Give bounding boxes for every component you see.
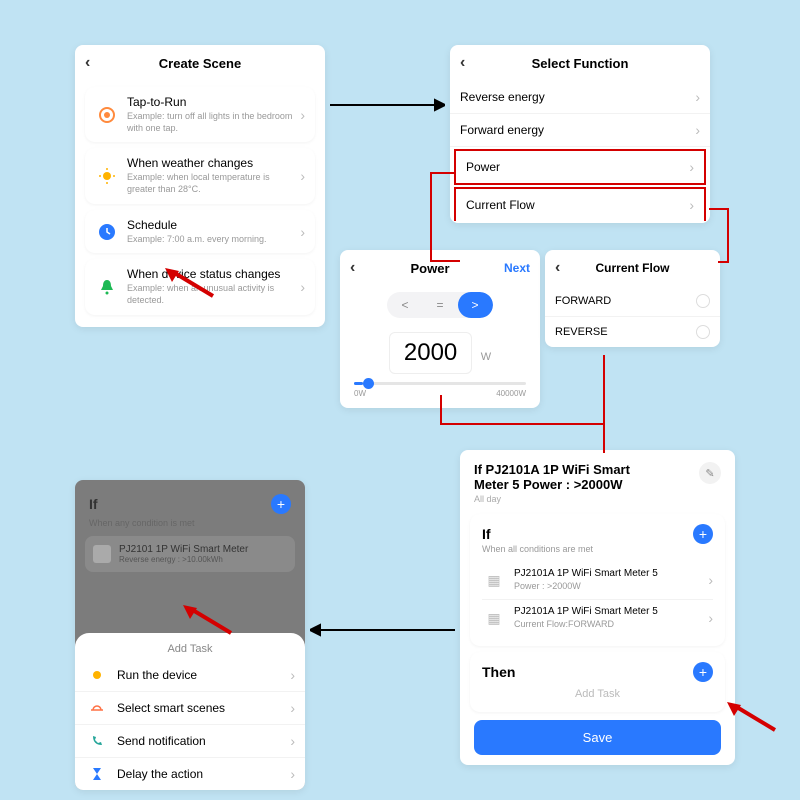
scene-panel: If PJ2101A 1P WiFi Smart Meter 5 Power :…: [460, 450, 735, 765]
device-icon: ▦: [482, 610, 506, 627]
edit-icon[interactable]: ✎: [699, 462, 721, 484]
device-icon: [93, 545, 111, 563]
reverse-option[interactable]: REVERSE: [545, 317, 720, 347]
power-slider[interactable]: [354, 382, 526, 385]
back-icon[interactable]: ‹: [85, 54, 105, 72]
chevron-right-icon: ›: [695, 122, 700, 138]
add-task-button[interactable]: +: [693, 662, 713, 682]
bell-icon: [95, 278, 119, 296]
connector-line: [727, 208, 729, 263]
power-title: Power: [370, 261, 490, 276]
device-icon: ▦: [482, 572, 506, 589]
connector-line: [440, 395, 442, 425]
add-condition-button[interactable]: +: [693, 524, 713, 544]
connector-line: [603, 423, 605, 453]
chevron-right-icon: ›: [300, 224, 305, 240]
connector-line: [430, 172, 455, 174]
connector-line: [430, 260, 460, 262]
smart-scenes-row[interactable]: Select smart scenes›: [75, 692, 305, 725]
add-icon[interactable]: +: [271, 494, 291, 514]
create-scene-title: Create Scene: [105, 56, 295, 71]
current-flow-title: Current Flow: [575, 261, 690, 275]
notification-row[interactable]: Send notification›: [75, 725, 305, 758]
back-icon[interactable]: ‹: [460, 54, 480, 72]
pointer-arrow: [727, 702, 777, 732]
chevron-right-icon: ›: [708, 610, 713, 626]
current-flow-row[interactable]: Current Flow›: [454, 187, 706, 221]
chevron-right-icon: ›: [708, 572, 713, 588]
back-icon[interactable]: ‹: [350, 259, 370, 277]
pointer-arrow: [183, 605, 233, 635]
reverse-energy-row[interactable]: Reverse energy›: [450, 81, 710, 114]
next-button[interactable]: Next: [490, 261, 530, 275]
back-icon[interactable]: ‹: [555, 259, 575, 277]
forward-energy-row[interactable]: Forward energy›: [450, 114, 710, 147]
compare-toggle[interactable]: < = >: [387, 292, 492, 318]
chevron-right-icon: ›: [300, 279, 305, 295]
power-value-input[interactable]: 2000: [389, 332, 472, 374]
tap-icon: [95, 106, 119, 124]
current-flow-panel: ‹ Current Flow FORWARD REVERSE: [545, 250, 720, 347]
forward-option[interactable]: FORWARD: [545, 286, 720, 317]
connector-line: [603, 355, 605, 425]
select-function-panel: ‹ Select Function Reverse energy› Forwar…: [450, 45, 710, 223]
save-button[interactable]: Save: [474, 720, 721, 755]
pointer-arrow: [165, 268, 215, 298]
condition-row[interactable]: ▦ PJ2101A 1P WiFi Smart Meter 5Power : >…: [482, 562, 713, 600]
chevron-right-icon: ›: [290, 766, 295, 782]
connector-line: [440, 423, 605, 425]
sun-icon: [85, 667, 109, 683]
power-row[interactable]: Power›: [454, 149, 706, 185]
schedule-row[interactable]: ScheduleExample: 7:00 a.m. every morning…: [85, 210, 315, 254]
scene-title: If PJ2101A 1P WiFi Smart: [474, 462, 699, 477]
sunset-icon: [85, 700, 109, 716]
add-task-panel: If + When any condition is met PJ2101 1P…: [75, 480, 305, 790]
delay-row[interactable]: Delay the action›: [75, 758, 305, 790]
flow-arrow: [310, 620, 455, 640]
chevron-right-icon: ›: [695, 89, 700, 105]
chevron-right-icon: ›: [300, 168, 305, 184]
weather-row[interactable]: When weather changesExample: when local …: [85, 148, 315, 203]
chevron-right-icon: ›: [300, 107, 305, 123]
chevron-right-icon: ›: [290, 733, 295, 749]
tap-to-run-row[interactable]: Tap-to-RunExample: turn off all lights i…: [85, 87, 315, 142]
sun-icon: [95, 167, 119, 185]
connector-line: [430, 172, 432, 262]
radio-icon: [696, 325, 710, 339]
chevron-right-icon: ›: [290, 667, 295, 683]
phone-icon: [85, 733, 109, 749]
chevron-right-icon: ›: [689, 197, 694, 213]
chevron-right-icon: ›: [290, 700, 295, 716]
run-device-row[interactable]: Run the device›: [75, 659, 305, 692]
connector-line: [709, 208, 729, 210]
power-panel: ‹ Power Next < = > 2000 W 0W40000W: [340, 250, 540, 408]
select-function-title: Select Function: [480, 56, 680, 71]
hourglass-icon: [85, 766, 109, 782]
radio-icon: [696, 294, 710, 308]
flow-arrow: [330, 95, 445, 115]
connector-line: [718, 261, 728, 263]
clock-icon: [95, 223, 119, 241]
condition-row[interactable]: ▦ PJ2101A 1P WiFi Smart Meter 5Current F…: [482, 600, 713, 637]
chevron-right-icon: ›: [689, 159, 694, 175]
